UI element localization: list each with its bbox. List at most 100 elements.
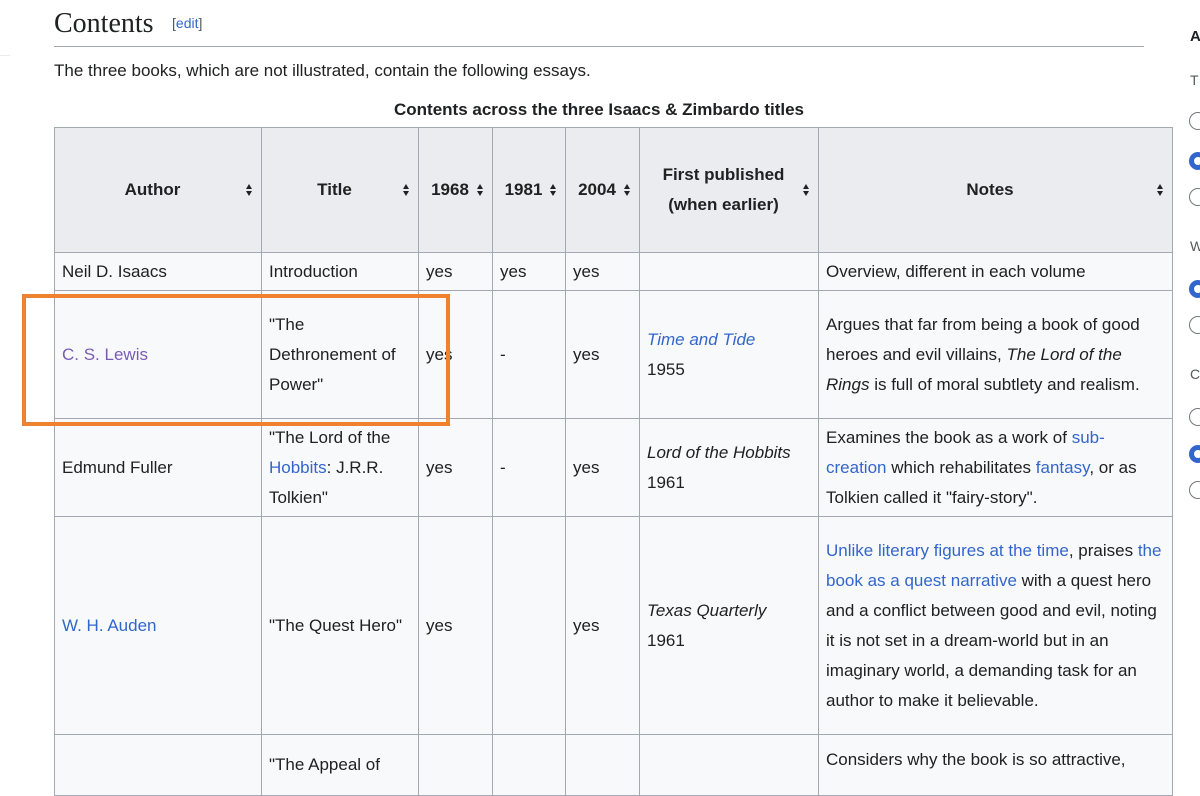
sidebar-heading: A — [1190, 28, 1200, 45]
column-header-1968[interactable]: 1968 — [418, 127, 493, 253]
sidebar-appearance-panel: A T W C — [1180, 0, 1200, 770]
edit-section-link-wrapper: [edit] — [172, 15, 202, 31]
table-row: Neil D. Isaacs Introduction yes yes yes … — [54, 252, 1173, 291]
radio-button-selected[interactable] — [1189, 445, 1200, 463]
title-text: "The Appeal of — [269, 755, 380, 774]
cell-1981: - — [492, 290, 566, 419]
radio-button[interactable] — [1189, 408, 1200, 426]
author-cell: Neil D. Isaacs — [54, 252, 262, 291]
publication-link-time-and-tide[interactable]: Time and Tide — [647, 330, 755, 349]
sort-arrows-icon[interactable] — [403, 184, 410, 196]
column-header-notes[interactable]: Notes — [818, 127, 1173, 253]
left-rule — [0, 55, 10, 56]
cell-1968: yes — [418, 252, 493, 291]
edit-section-link[interactable]: edit — [176, 15, 199, 31]
column-header-label: Author — [124, 180, 181, 199]
notes-text: Examines the book as a work of — [826, 427, 1072, 447]
author-cell: W. H. Auden — [54, 516, 262, 735]
title-cell: "The Lord of the Hobbits: J.R.R. Tolkien… — [261, 418, 419, 517]
column-header-label: 2004 — [578, 180, 616, 199]
cell-2004: yes — [565, 516, 640, 735]
cell-2004: yes — [565, 290, 640, 419]
notes-text: is full of moral subtlety and realism. — [869, 374, 1140, 394]
sort-arrows-icon[interactable] — [246, 184, 253, 196]
first-published-cell: Texas Quarterly 1961 — [639, 516, 819, 735]
publication-year: 1955 — [647, 359, 685, 379]
cell-1981 — [492, 734, 566, 796]
table-row: C. S. Lewis "The Dethronement of Power" … — [54, 290, 1173, 419]
table-row: "The Appeal of Considers why the book is… — [54, 734, 1173, 796]
publication-year: 1961 — [647, 472, 685, 492]
column-header-author[interactable]: Author — [54, 127, 262, 253]
contents-table: Author Title 1968 1981 2004 First publis… — [54, 127, 1173, 796]
intro-paragraph: The three books, which are not illustrat… — [54, 61, 591, 80]
cell-1968 — [418, 734, 493, 796]
first-published-cell: Time and Tide 1955 — [639, 290, 819, 419]
first-published-cell: Lord of the Hobbits 1961 — [639, 418, 819, 517]
sort-arrows-icon[interactable] — [477, 184, 484, 196]
notes-text: with a quest hero and a conflict between… — [826, 570, 1157, 710]
notes-text: Considers why the book is so attractive, — [826, 750, 1126, 769]
table-header-row: Author Title 1968 1981 2004 First publis… — [54, 127, 1173, 253]
column-header-label: Notes — [966, 180, 1014, 199]
radio-button-selected[interactable] — [1189, 280, 1200, 298]
author-link-cs-lewis[interactable]: C. S. Lewis — [62, 345, 148, 364]
edit-bracket-close: ] — [198, 15, 203, 31]
title-cell: "The Appeal of — [261, 734, 419, 796]
notes-cell: Unlike literary figures at the time, pra… — [818, 516, 1173, 735]
notes-cell: Considers why the book is so attractive, — [818, 734, 1173, 796]
cell-1981 — [492, 516, 566, 735]
sidebar-label-color: C — [1190, 366, 1200, 382]
radio-button[interactable] — [1189, 112, 1200, 130]
sort-arrows-icon[interactable] — [1157, 184, 1164, 196]
radio-button[interactable] — [1189, 481, 1200, 499]
column-header-label: 1981 — [504, 180, 543, 199]
title-text: "The Lord of the — [269, 427, 391, 447]
radio-button[interactable] — [1189, 188, 1200, 206]
cell-1981: yes — [492, 252, 566, 291]
column-header-label: Title — [317, 180, 352, 199]
table-row: W. H. Auden "The Quest Hero" yes yes Tex… — [54, 516, 1173, 735]
column-header-label: First published (when earlier) — [662, 165, 785, 214]
cell-1981: - — [492, 418, 566, 517]
column-header-first-published[interactable]: First published (when earlier) — [639, 127, 819, 253]
table-caption: Contents across the three Isaacs & Zimba… — [393, 100, 804, 119]
cell-1968: yes — [418, 290, 493, 419]
title-cell: "The Dethronement of Power" — [261, 290, 419, 419]
column-header-title[interactable]: Title — [261, 127, 419, 253]
author-cell: C. S. Lewis — [54, 290, 262, 419]
cell-1968: yes — [418, 516, 493, 735]
cell-2004 — [565, 734, 640, 796]
section-heading: Contents [edit] — [54, 6, 1144, 47]
table-row: Edmund Fuller "The Lord of the Hobbits: … — [54, 418, 1173, 517]
author-cell: Edmund Fuller — [54, 418, 262, 517]
notes-cell: Overview, different in each volume — [818, 252, 1173, 291]
radio-button-selected[interactable] — [1189, 152, 1200, 170]
fantasy-link[interactable]: fantasy — [1036, 458, 1090, 477]
author-link-wh-auden[interactable]: W. H. Auden — [62, 616, 157, 635]
cell-2004: yes — [565, 252, 640, 291]
section-title: Contents — [54, 8, 154, 39]
publication-name: Lord of the Hobbits — [647, 442, 791, 462]
first-published-cell — [639, 734, 819, 796]
hobbits-link[interactable]: Hobbits — [269, 458, 327, 477]
notes-text: , praises — [1068, 540, 1138, 560]
cell-1968: yes — [418, 418, 493, 517]
sort-arrows-icon[interactable] — [624, 184, 631, 196]
sidebar-label-text: T — [1190, 72, 1199, 88]
column-header-2004[interactable]: 2004 — [565, 127, 640, 253]
title-cell: "The Quest Hero" — [261, 516, 419, 735]
literary-figures-link[interactable]: Unlike literary figures at the time — [826, 541, 1069, 560]
title-cell: Introduction — [261, 252, 419, 291]
sort-arrows-icon[interactable] — [550, 184, 557, 196]
radio-button[interactable] — [1189, 316, 1200, 334]
column-header-1981[interactable]: 1981 — [492, 127, 566, 253]
first-published-cell — [639, 252, 819, 291]
cell-2004: yes — [565, 418, 640, 517]
publication-name: Texas Quarterly — [647, 600, 767, 620]
sort-arrows-icon[interactable] — [803, 184, 810, 196]
column-header-label: 1968 — [431, 180, 469, 199]
notes-cell: Argues that far from being a book of goo… — [818, 290, 1173, 419]
notes-cell: Examines the book as a work of sub-creat… — [818, 418, 1173, 517]
sidebar-label-width: W — [1190, 238, 1200, 254]
